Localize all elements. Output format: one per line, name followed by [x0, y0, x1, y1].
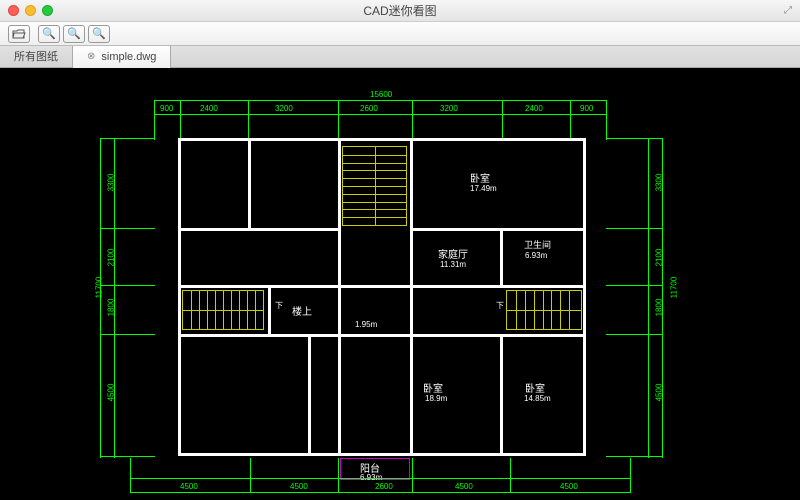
traffic-lights — [8, 5, 53, 16]
inner-dim: 1.95m — [355, 320, 377, 329]
room-area: 17.49m — [470, 184, 497, 193]
zoom-out-button[interactable]: 🔍 — [63, 25, 85, 43]
room-label: 家庭厅 — [438, 246, 468, 261]
staircase-icon — [342, 146, 407, 226]
room-label: 楼上 — [292, 303, 312, 318]
dim-seg: 4500 — [560, 482, 578, 491]
dimline — [648, 138, 649, 458]
room-area: 11.31m — [440, 260, 466, 269]
dim-seg: 3300 — [654, 174, 663, 192]
drawing-canvas[interactable]: 15600 900 2400 3200 2600 3200 2400 900 1… — [0, 68, 800, 500]
dimline — [130, 478, 630, 479]
dim-seg: 3200 — [440, 104, 458, 113]
room-label: 卧室 — [423, 380, 443, 395]
staircase-icon — [182, 290, 264, 330]
floor-plan: 卧室 17.49m 家庭厅 11.31m 卫生间 6.93m 楼上 下 下 1.… — [160, 138, 604, 458]
dim-seg: 2600 — [360, 104, 378, 113]
zoom-in-button[interactable]: 🔍 — [38, 25, 60, 43]
dim-seg: 4500 — [455, 482, 473, 491]
room-area: 18.9m — [425, 394, 447, 403]
close-tab-icon[interactable]: ⊗ — [87, 46, 95, 68]
minimize-icon[interactable] — [25, 5, 36, 16]
dim-seg: 2400 — [200, 104, 218, 113]
room-label: 卧室 — [470, 170, 490, 185]
room-area: 14.85m — [524, 394, 551, 403]
dim-seg: 2100 — [654, 249, 663, 267]
tab-simple-dwg[interactable]: ⊗ simple.dwg — [73, 46, 171, 68]
dim-seg: 2100 — [106, 249, 115, 267]
window-titlebar: CAD迷你看图 ⤢ — [0, 0, 800, 22]
dim-seg: 2600 — [375, 482, 393, 491]
dim-seg: 900 — [160, 104, 173, 113]
dim-seg: 900 — [580, 104, 593, 113]
window-title: CAD迷你看图 — [0, 2, 800, 19]
dim-seg: 4500 — [106, 384, 115, 402]
dim-seg: 4500 — [654, 384, 663, 402]
tab-label: simple.dwg — [101, 46, 156, 68]
dim-seg: 4500 — [180, 482, 198, 491]
tab-all-drawings[interactable]: 所有图纸 — [0, 46, 73, 68]
tab-label: 所有图纸 — [14, 46, 58, 68]
down-label: 下 — [275, 300, 283, 311]
dim-left-total: 11700 — [94, 277, 103, 299]
close-icon[interactable] — [8, 5, 19, 16]
room-label: 卫生间 — [524, 238, 551, 251]
expand-icon[interactable]: ⤢ — [784, 5, 792, 16]
staircase-icon — [506, 290, 582, 330]
dim-seg: 3300 — [106, 174, 115, 192]
dimline — [154, 114, 606, 115]
dimline — [100, 138, 101, 458]
zoom-extents-button[interactable]: 🔍 — [88, 25, 110, 43]
tab-bar: 所有图纸 ⊗ simple.dwg — [0, 46, 800, 68]
dimline — [130, 492, 630, 493]
dim-seg: 1800 — [654, 299, 663, 317]
toolbar: 🔍 🔍 🔍 — [0, 22, 800, 46]
down-label: 下 — [496, 300, 504, 311]
dim-seg: 1800 — [106, 299, 115, 317]
room-label: 卧室 — [525, 380, 545, 395]
dim-seg: 3200 — [275, 104, 293, 113]
dimline — [154, 100, 606, 101]
dim-top-total: 15600 — [370, 90, 392, 99]
dim-right-total: 11700 — [669, 277, 678, 299]
open-file-button[interactable] — [8, 25, 30, 43]
dim-seg: 4500 — [290, 482, 308, 491]
room-area: 6.93m — [525, 251, 547, 260]
dim-seg: 2400 — [525, 104, 543, 113]
zoom-icon[interactable] — [42, 5, 53, 16]
